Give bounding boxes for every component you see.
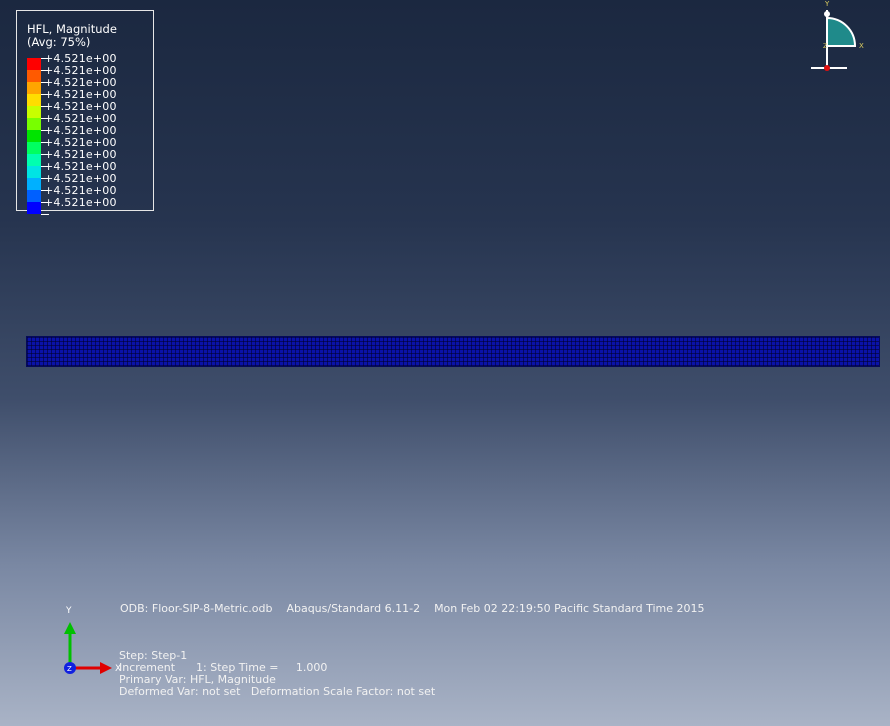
legend-subtitle: (Avg: 75%)	[27, 35, 91, 49]
legend-swatch	[27, 166, 41, 178]
legend-swatch	[27, 58, 41, 70]
legend-tick	[41, 202, 49, 203]
legend-tick	[41, 94, 49, 95]
legend-tick	[41, 106, 49, 107]
model-mesh[interactable]	[26, 336, 880, 367]
view-triad-icon: Y X Z	[811, 0, 864, 71]
odb-info: ODB: Floor-SIP-8-Metric.odb Abaqus/Stand…	[120, 602, 705, 615]
legend-tick	[41, 142, 49, 143]
legend-swatch	[27, 190, 41, 202]
legend-tick	[41, 154, 49, 155]
triad-y-label: Y	[824, 0, 830, 8]
legend-tick	[41, 130, 49, 131]
legend-swatch	[27, 118, 41, 130]
legend-values: +4.521e+00 +4.521e+00 +4.521e+00 +4.521e+00…	[44, 53, 117, 209]
legend-swatch	[27, 142, 41, 154]
legend-swatch	[27, 154, 41, 166]
legend-tick	[41, 58, 49, 59]
legend-tick	[41, 82, 49, 83]
legend-tick	[41, 178, 49, 179]
triad-z-label: Z	[823, 43, 827, 50]
axis-z-label: Z	[67, 665, 72, 673]
coordinate-axes-icon: Y Z X	[64, 606, 121, 674]
triad-x-label: X	[859, 42, 864, 50]
legend-color-swatches	[27, 58, 41, 214]
legend-value: +4.521e+00	[44, 196, 117, 209]
legend-swatch	[27, 82, 41, 94]
legend-swatch	[27, 178, 41, 190]
legend-tick	[41, 166, 49, 167]
contour-legend: HFL, Magnitude (Avg: 75%) +4.521e+00 +4.5…	[16, 10, 154, 215]
legend-swatch	[27, 94, 41, 106]
legend-swatch	[27, 202, 41, 214]
legend-tick	[41, 190, 49, 191]
legend-tick	[41, 214, 49, 215]
deformed-var-info: Deformed Var: not set Deformation Scale …	[119, 685, 436, 698]
axis-y-label: Y	[65, 606, 72, 616]
legend-tick	[41, 70, 49, 71]
legend-tick	[41, 118, 49, 119]
legend-swatch	[27, 106, 41, 118]
legend-swatch	[27, 70, 41, 82]
legend-swatch	[27, 130, 41, 142]
